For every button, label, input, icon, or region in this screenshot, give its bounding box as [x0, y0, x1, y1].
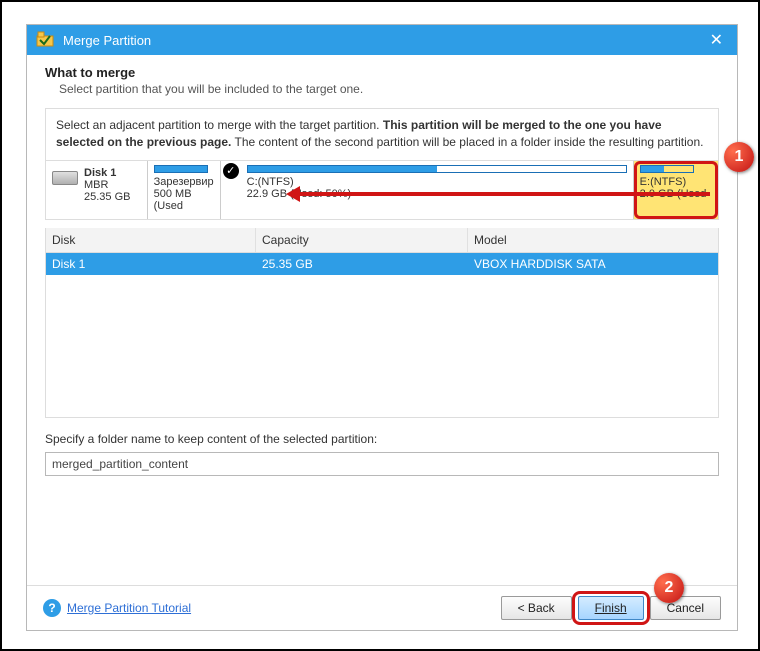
titlebar: Merge Partition ✕ — [27, 25, 737, 55]
disk-table: Disk Capacity Model Disk 1 25.35 GB VBOX… — [45, 228, 719, 418]
partition-label: C:(NTFS) — [247, 176, 627, 188]
td-capacity: 25.35 GB — [256, 253, 468, 275]
folder-name-input[interactable] — [45, 452, 719, 476]
help-icon[interactable]: ? — [43, 599, 61, 617]
folder-name-label: Specify a folder name to keep content of… — [45, 432, 719, 446]
instruction-pre: Select an adjacent partition to merge wi… — [56, 118, 383, 132]
dialog-footer: ? Merge Partition Tutorial < Back Finish… — [27, 585, 737, 630]
merge-partition-dialog: Merge Partition ✕ What to merge Select p… — [26, 24, 738, 631]
page-heading: What to merge — [45, 65, 719, 80]
instruction-text: Select an adjacent partition to merge wi… — [45, 108, 719, 160]
partition-label: E:(NTFS) — [640, 176, 712, 188]
th-model[interactable]: Model — [468, 228, 718, 252]
dialog-content: What to merge Select partition that you … — [27, 55, 737, 476]
page-subheading: Select partition that you will be includ… — [59, 82, 719, 96]
partition-label: Зарезервир — [154, 176, 214, 188]
close-button[interactable]: ✕ — [704, 30, 729, 50]
disk-info: Disk 1 MBR 25.35 GB — [46, 161, 147, 219]
annotation-marker-2: 2 — [654, 573, 684, 603]
disk-size: 25.35 GB — [84, 191, 130, 203]
td-disk: Disk 1 — [46, 253, 256, 275]
th-capacity[interactable]: Capacity — [256, 228, 468, 252]
disk-strip: Disk 1 MBR 25.35 GB Зарезервир 500 MB (U… — [45, 160, 719, 220]
disk-type: MBR — [84, 179, 130, 191]
annotation-marker-1: 1 — [724, 142, 754, 172]
disk-icon — [52, 171, 78, 185]
table-header: Disk Capacity Model — [46, 228, 718, 253]
finish-button[interactable]: Finish — [578, 596, 644, 620]
finish-highlight: Finish — [578, 596, 644, 620]
th-disk[interactable]: Disk — [46, 228, 256, 252]
partition-sub: 500 MB (Used — [154, 188, 214, 212]
window-title: Merge Partition — [63, 33, 704, 48]
table-row[interactable]: Disk 1 25.35 GB VBOX HARDDISK SATA — [46, 253, 718, 275]
checkmark-icon: ✓ — [223, 163, 239, 179]
back-button[interactable]: < Back — [501, 596, 572, 620]
annotation-arrow — [290, 192, 710, 196]
instruction-post: The content of the second partition will… — [231, 135, 703, 149]
partition-reserved[interactable]: Зарезервир 500 MB (Used — [147, 161, 220, 219]
app-icon — [35, 30, 55, 50]
td-model: VBOX HARDDISK SATA — [468, 253, 718, 275]
disk-name: Disk 1 — [84, 167, 130, 179]
partition-e[interactable]: E:(NTFS) 2.0 GB (Used — [633, 161, 718, 219]
tutorial-link[interactable]: Merge Partition Tutorial — [67, 601, 191, 615]
